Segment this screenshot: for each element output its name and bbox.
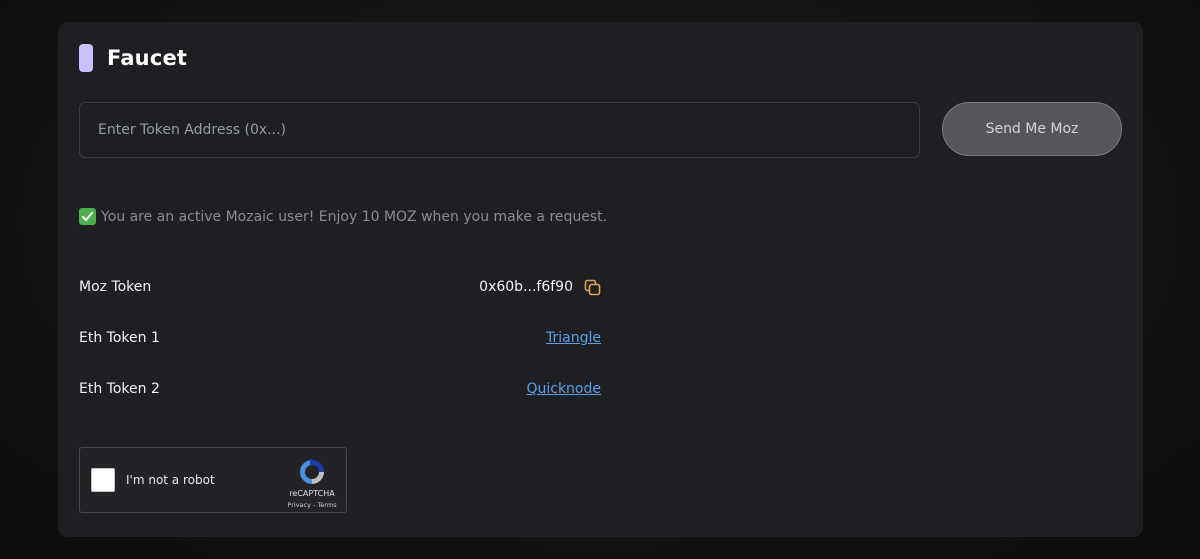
- token-label: Moz Token: [79, 279, 152, 295]
- quicknode-link[interactable]: Quicknode: [526, 381, 601, 397]
- send-me-moz-button[interactable]: Send Me Moz: [942, 102, 1122, 156]
- notice-text: You are an active Mozaic user! Enjoy 10 …: [101, 208, 608, 225]
- token-address-input[interactable]: [79, 102, 920, 158]
- copy-icon[interactable]: [584, 279, 601, 296]
- check-mark-icon: [79, 208, 96, 225]
- token-label: Eth Token 1: [79, 330, 160, 346]
- recaptcha-privacy-link[interactable]: Privacy: [287, 501, 311, 509]
- token-value: 0x60b...f6f90: [479, 279, 601, 296]
- recaptcha-brand: reCAPTCHA: [289, 489, 335, 498]
- recaptcha-links: Privacy - Terms: [276, 501, 348, 509]
- token-label: Eth Token 2: [79, 381, 160, 397]
- recaptcha-label: I'm not a robot: [126, 473, 215, 487]
- active-user-notice: You are an active Mozaic user! Enjoy 10 …: [79, 208, 607, 225]
- token-row-eth-1: Eth Token 1 Triangle: [79, 328, 601, 348]
- token-row-eth-2: Eth Token 2 Quicknode: [79, 379, 601, 399]
- recaptcha-checkbox[interactable]: [91, 468, 115, 492]
- page-title: Faucet: [107, 46, 188, 70]
- faucet-header: Faucet: [79, 44, 187, 72]
- recaptcha-terms-link[interactable]: Terms: [317, 501, 336, 509]
- token-row-moz: Moz Token 0x60b...f6f90: [79, 277, 601, 297]
- moz-token-address: 0x60b...f6f90: [479, 279, 573, 295]
- faucet-card: Faucet Send Me Moz You are an active Moz…: [58, 22, 1143, 537]
- title-accent-bar: [79, 44, 93, 72]
- recaptcha-logo-icon: [297, 457, 327, 487]
- recaptcha-widget: I'm not a robot reCAPTCHA Privacy - Term…: [79, 447, 347, 513]
- triangle-link[interactable]: Triangle: [546, 330, 601, 346]
